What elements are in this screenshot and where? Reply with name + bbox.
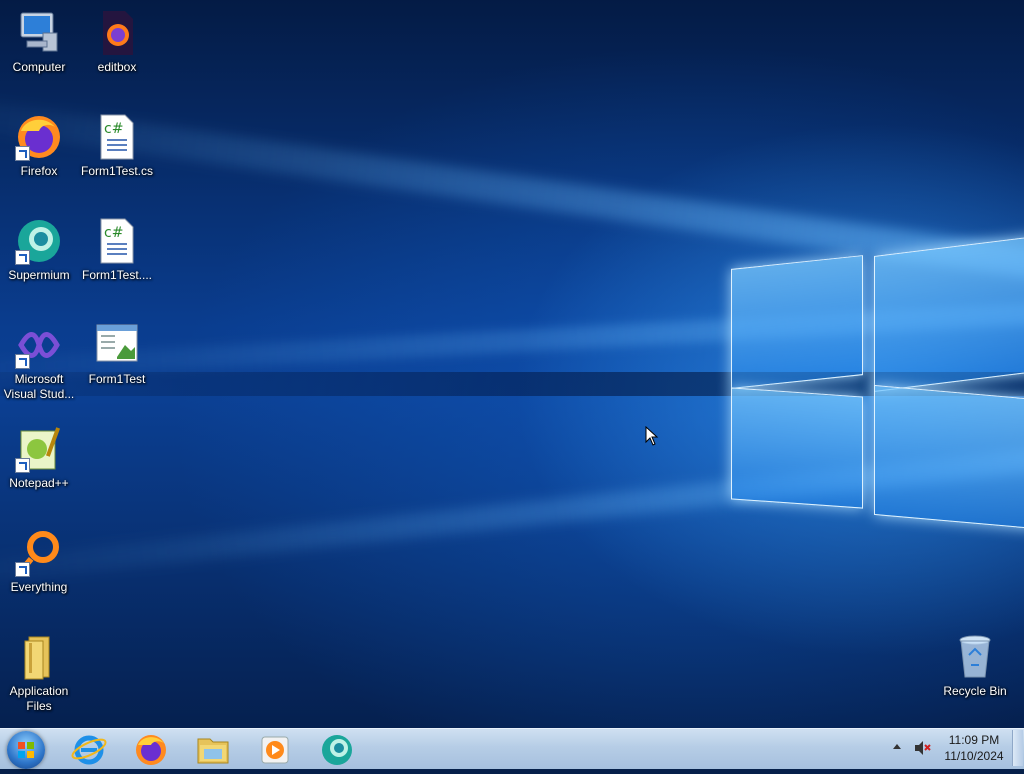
desktop-icon-form1test-cs[interactable]: c# Form1Test.cs (79, 113, 155, 179)
internet-explorer-icon (71, 735, 107, 765)
desktop-icon-label: Form1Test.... (81, 268, 152, 282)
application-window-icon (93, 321, 141, 369)
desktop-icon-label: Computer (12, 60, 66, 74)
taskbar-supermium-button[interactable] (314, 731, 360, 767)
shortcut-arrow-icon (15, 250, 30, 265)
show-desktop-button[interactable] (1012, 730, 1023, 766)
taskbar-file-explorer-button[interactable] (190, 731, 236, 767)
show-hidden-icons-button[interactable] (893, 744, 901, 749)
firefox-icon (136, 735, 166, 765)
volume-muted-icon[interactable] (913, 740, 931, 756)
desktop-icon-application-files[interactable]: Application Files (1, 633, 77, 714)
supermium-icon (15, 217, 63, 265)
desktop[interactable]: Computer editbox Firefox c# Form1Test.cs… (0, 0, 1024, 728)
windows-logo-pane (874, 384, 1024, 530)
clock-date: 11/10/2024 (944, 749, 1004, 763)
shortcut-arrow-icon (15, 562, 30, 577)
folder-icon (197, 738, 229, 764)
computer-icon (15, 9, 63, 57)
windows-logo-pane (874, 236, 1024, 392)
notepad-plus-plus-icon (15, 425, 63, 473)
taskbar-firefox-button[interactable] (128, 731, 174, 767)
windows-logo-pane (731, 255, 863, 389)
media-player-icon (261, 736, 289, 764)
desktop-icon-label: Everything (10, 580, 68, 594)
start-button[interactable] (7, 731, 45, 769)
shortcut-arrow-icon (15, 458, 30, 473)
taskbar (0, 728, 1024, 769)
system-clock[interactable]: 11:09 PM 11/10/2024 (936, 732, 1012, 764)
supermium-icon (322, 735, 352, 765)
windows-logo-pane (731, 387, 863, 509)
desktop-icon-form1test[interactable]: Form1Test (79, 321, 155, 387)
magnifier-icon (15, 529, 63, 577)
desktop-icon-recycle-bin[interactable]: Recycle Bin (937, 633, 1013, 699)
firefox-icon (15, 113, 63, 161)
mouse-cursor-icon (645, 426, 659, 446)
windows-logo-icon (18, 742, 34, 758)
desktop-icon-firefox[interactable]: Firefox (1, 113, 77, 179)
recycle-bin-icon (951, 633, 999, 681)
firefox-file-icon (93, 9, 141, 57)
svg-text:c#: c# (104, 121, 123, 137)
desktop-icon-form1test-dots[interactable]: c# Form1Test.... (79, 217, 155, 283)
desktop-icon-computer[interactable]: Computer (1, 9, 77, 75)
wallpaper-beam (0, 444, 1024, 590)
desktop-icon-label: Notepad++ (9, 476, 69, 490)
desktop-icon-supermium[interactable]: Supermium (1, 217, 77, 283)
desktop-icon-label: Form1Test.cs (80, 164, 153, 178)
desktop-icon-label: Supermium (8, 268, 70, 282)
desktop-icon-notepadpp[interactable]: Notepad++ (1, 425, 77, 491)
csharp-file-icon: c# (93, 113, 141, 161)
shortcut-arrow-icon (15, 146, 30, 161)
desktop-icon-label: Form1Test (88, 372, 146, 386)
desktop-icon-label: Microsoft Visual Stud... (3, 372, 75, 401)
shortcut-arrow-icon (15, 354, 30, 369)
desktop-icon-editbox[interactable]: editbox (79, 9, 155, 75)
visual-studio-icon (15, 321, 63, 369)
taskbar-media-player-button[interactable] (252, 731, 298, 767)
desktop-icon-label: Firefox (20, 164, 58, 178)
clock-time: 11:09 PM (948, 733, 1000, 747)
desktop-icon-everything[interactable]: Everything (1, 529, 77, 595)
desktop-icon-label: Recycle Bin (943, 684, 1007, 698)
desktop-icon-label: editbox (97, 60, 137, 74)
taskbar-internet-explorer-button[interactable] (66, 731, 112, 767)
csharp-file-icon: c# (93, 217, 141, 265)
folder-icon (15, 633, 63, 681)
svg-text:c#: c# (104, 225, 123, 241)
desktop-icon-visual-studio[interactable]: Microsoft Visual Stud... (1, 321, 77, 402)
desktop-icon-label: Application Files (9, 684, 69, 713)
